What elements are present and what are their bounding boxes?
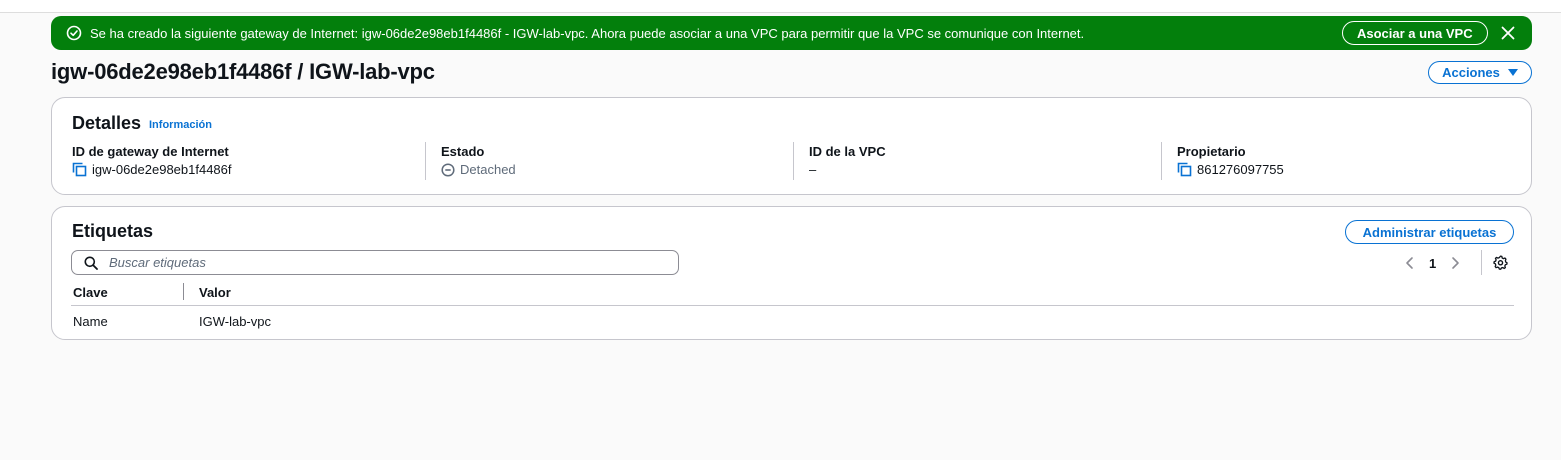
page-title: igw-06de2e98eb1f4486f / IGW-lab-vpc (51, 59, 435, 84)
browser-top-strip (0, 0, 1561, 12)
stopped-status-icon (441, 162, 455, 177)
detail-value-row: – (809, 162, 886, 177)
detail-label: ID de la VPC (809, 144, 886, 159)
details-heading: Detalles (72, 113, 142, 133)
detail-label: ID de gateway de Internet (72, 144, 229, 159)
chevron-right-icon[interactable] (1448, 256, 1462, 270)
column-header-divider[interactable] (183, 283, 184, 300)
pager-divider (1481, 250, 1482, 275)
tag-search[interactable] (71, 250, 679, 275)
copy-icon[interactable] (1177, 162, 1192, 177)
detail-vpc-id: ID de la VPC – (809, 144, 886, 180)
check-circle-icon (66, 25, 82, 41)
info-link[interactable]: Información (149, 119, 212, 131)
column-divider (793, 142, 794, 180)
details-panel: Detalles Información ID de gateway de In… (51, 97, 1532, 195)
associate-vpc-button[interactable]: Asociar a una VPC (1342, 21, 1488, 45)
actions-label: Acciones (1442, 65, 1500, 80)
search-icon (84, 256, 98, 270)
search-input[interactable] (107, 254, 667, 271)
chevron-left-icon[interactable] (1403, 256, 1417, 270)
column-header-value[interactable]: Valor (199, 285, 231, 300)
vpc-id-value: – (809, 162, 817, 177)
detail-value-row: igw-06de2e98eb1f4486f (72, 162, 232, 177)
column-header-key[interactable]: Clave (73, 285, 108, 300)
caret-down-icon (1507, 69, 1518, 76)
detail-value-row: Detached (441, 162, 516, 177)
close-icon[interactable] (1500, 25, 1516, 41)
tag-key-cell: Name (73, 314, 108, 329)
igw-id-value: igw-06de2e98eb1f4486f (92, 162, 232, 177)
success-flash-banner: Se ha creado la siguiente gateway de Int… (51, 16, 1532, 50)
detail-igw-id: ID de gateway de Internet igw-06de2e98eb… (72, 144, 232, 180)
flash-message: Se ha creado la siguiente gateway de Int… (90, 25, 1085, 41)
tags-panel: Etiquetas Administrar etiquetas 1 Clave … (51, 206, 1532, 340)
page-number[interactable]: 1 (1429, 256, 1436, 271)
gear-icon[interactable] (1493, 255, 1508, 270)
detail-value-row: 861276097755 (1177, 162, 1284, 177)
copy-icon[interactable] (72, 162, 87, 177)
status-value: Detached (460, 162, 516, 177)
detail-label: Estado (441, 144, 485, 159)
column-divider (1161, 142, 1162, 180)
detail-status: Estado Detached (441, 144, 516, 180)
manage-tags-button[interactable]: Administrar etiquetas (1345, 220, 1514, 244)
owner-value: 861276097755 (1197, 162, 1284, 177)
table-header-line (71, 305, 1514, 306)
tags-heading: Etiquetas (72, 221, 154, 241)
top-divider (0, 12, 1561, 13)
column-divider (425, 142, 426, 180)
actions-dropdown-button[interactable]: Acciones (1428, 61, 1532, 84)
detail-owner: Propietario 861276097755 (1177, 144, 1284, 180)
detail-label: Propietario (1177, 144, 1246, 159)
tag-value-cell: IGW-lab-vpc (199, 314, 271, 329)
pagination: 1 (1403, 254, 1462, 272)
